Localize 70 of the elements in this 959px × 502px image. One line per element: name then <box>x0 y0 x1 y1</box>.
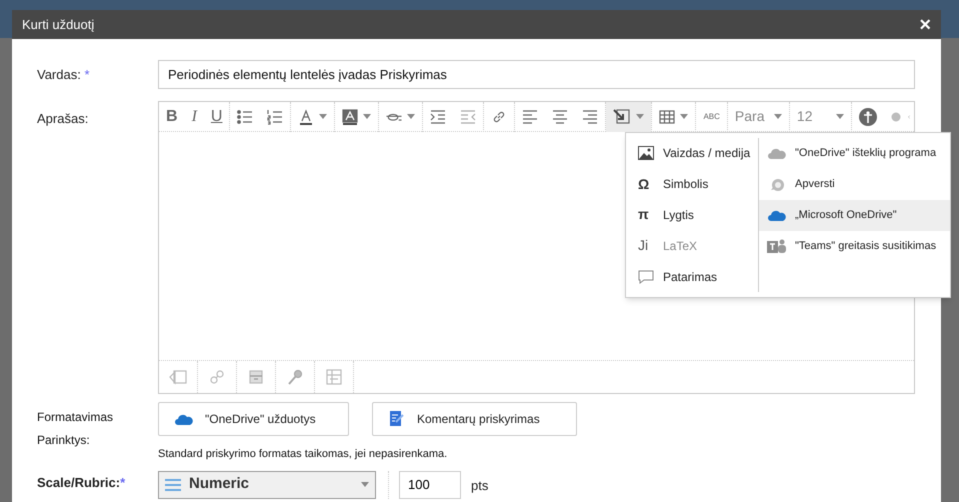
menu-item[interactable]: Vaizdas / medija <box>626 138 758 169</box>
chat-bubble-icon <box>769 178 785 192</box>
align-left-icon <box>522 108 538 124</box>
menu-item[interactable]: Ω Simbolis <box>626 168 758 200</box>
dialog-title: Kurti užduotį <box>22 16 94 34</box>
caret-icon <box>680 114 688 119</box>
cloud-icon <box>768 148 786 159</box>
font-color-icon <box>298 108 314 124</box>
insert-icon <box>613 108 632 124</box>
spellcheck-button[interactable]: ABC <box>696 102 727 132</box>
required-mark: * <box>84 66 90 82</box>
bulleted-list-icon <box>237 108 254 124</box>
image-icon <box>638 146 654 160</box>
symbol-glyph: π <box>638 205 650 224</box>
people-icon <box>767 238 787 254</box>
scale-dropdown[interactable]: Numeric <box>158 470 376 498</box>
field-label: Scale/Rubric: <box>37 474 120 490</box>
points-input[interactable]: 100 <box>399 470 461 498</box>
list-icon <box>165 478 181 490</box>
close-button[interactable]: × <box>919 14 931 34</box>
caret-icon <box>319 114 328 119</box>
symbol-glyph: Ji <box>638 236 650 256</box>
chain-icon <box>209 369 225 385</box>
align-center-icon <box>552 108 568 124</box>
subscript-icon <box>386 111 402 122</box>
document-icon <box>389 410 405 428</box>
cloud-icon <box>175 414 193 424</box>
grid-icon <box>326 369 342 385</box>
microphone-icon <box>287 369 303 385</box>
accessibility-icon <box>858 108 877 126</box>
archive-icon <box>248 369 264 385</box>
menu-item[interactable]: π Lygtis <box>626 200 758 230</box>
menu-item[interactable]: „Microsoft OneDrive" <box>759 200 950 231</box>
unit-label: pts <box>471 476 488 495</box>
hint-text: Standard priskyrimo formatas taikomas, jei nepasirenkama. <box>158 447 448 462</box>
menu-item[interactable]: "OneDrive" išteklių programa <box>759 138 950 169</box>
caret-icon <box>836 114 844 119</box>
dropdown-button[interactable]: 12 <box>790 102 851 132</box>
dropdown-button[interactable]: Para <box>728 102 789 132</box>
cloud-icon <box>768 210 786 221</box>
field-label: Aprašas: <box>37 111 88 126</box>
table-icon <box>659 108 676 124</box>
numbered-list-icon <box>267 108 284 124</box>
required-mark: * <box>120 474 126 490</box>
caret-icon <box>363 114 372 119</box>
highlight-icon <box>342 108 358 124</box>
format-option-button[interactable]: Komentarų priskyrimas <box>372 402 577 436</box>
status-dot-icon <box>890 112 901 122</box>
name-input[interactable]: Periodinės elementų lentelės įvadas Priskyrimas <box>158 60 915 89</box>
format-button[interactable]: I <box>184 102 204 132</box>
field-label: Vardas: <box>37 66 81 82</box>
format-button[interactable]: U <box>204 102 230 132</box>
menu-item[interactable]: "Teams" greitasis susitikimas <box>759 231 950 262</box>
menu-item[interactable]: Apversti <box>759 169 950 200</box>
align-right-icon <box>582 108 598 124</box>
caret-icon <box>407 114 416 119</box>
format-button[interactable]: B <box>159 102 185 132</box>
menu-item[interactable]: Patarimas <box>626 261 758 292</box>
media-icon <box>169 369 187 385</box>
caret-icon <box>361 482 369 487</box>
insert-button[interactable] <box>606 102 652 132</box>
caret-icon <box>636 114 644 119</box>
symbol-glyph: Ω <box>638 174 650 194</box>
speech-bubble-icon <box>638 270 654 284</box>
format-option-button[interactable]: "OneDrive" užduotys <box>158 402 349 436</box>
field-label: Parinktys: <box>37 432 91 449</box>
outdent-icon <box>460 108 476 124</box>
caret-icon <box>774 114 782 119</box>
indent-icon <box>430 108 446 124</box>
field-label: Formatavimas <box>37 409 114 426</box>
